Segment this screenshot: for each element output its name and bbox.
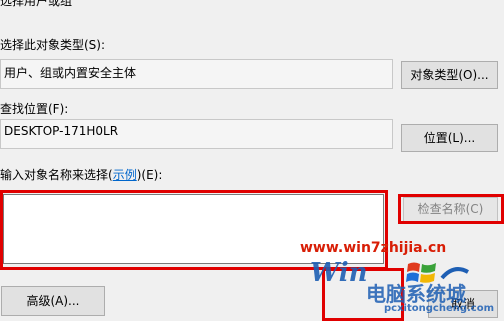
watermark-url: www.win7zhijia.cn — [300, 240, 447, 256]
locations-button[interactable]: 位置(L)... — [401, 124, 498, 152]
advanced-button[interactable]: 高级(A)... — [1, 286, 105, 316]
object-names-label: 输入对象名称来选择(示例)(E): — [0, 166, 162, 183]
location-label: 查找位置(F): — [0, 102, 69, 116]
object-names-label-suffix: )(E): — [136, 168, 163, 182]
watermark-logo-text: Win — [310, 258, 368, 288]
watermark-brand-url: pcxitongcheng.com — [384, 303, 495, 314]
examples-link[interactable]: 示例 — [113, 168, 137, 182]
object-names-label-prefix: 输入对象名称来选择( — [0, 168, 113, 182]
select-users-dialog: 选择用户或组 选择此对象类型(S): 用户、组或内置安全主体 对象类型(O)..… — [0, 0, 504, 321]
check-names-button[interactable]: 检查名称(C) — [403, 197, 498, 222]
dialog-title: 选择用户或组 — [0, 0, 73, 8]
object-types-button[interactable]: 对象类型(O)... — [401, 61, 498, 89]
object-type-label: 选择此对象类型(S): — [0, 38, 106, 52]
location-field: DESKTOP-171H0LR — [0, 119, 393, 149]
object-type-field: 用户、组或内置安全主体 — [0, 59, 393, 89]
